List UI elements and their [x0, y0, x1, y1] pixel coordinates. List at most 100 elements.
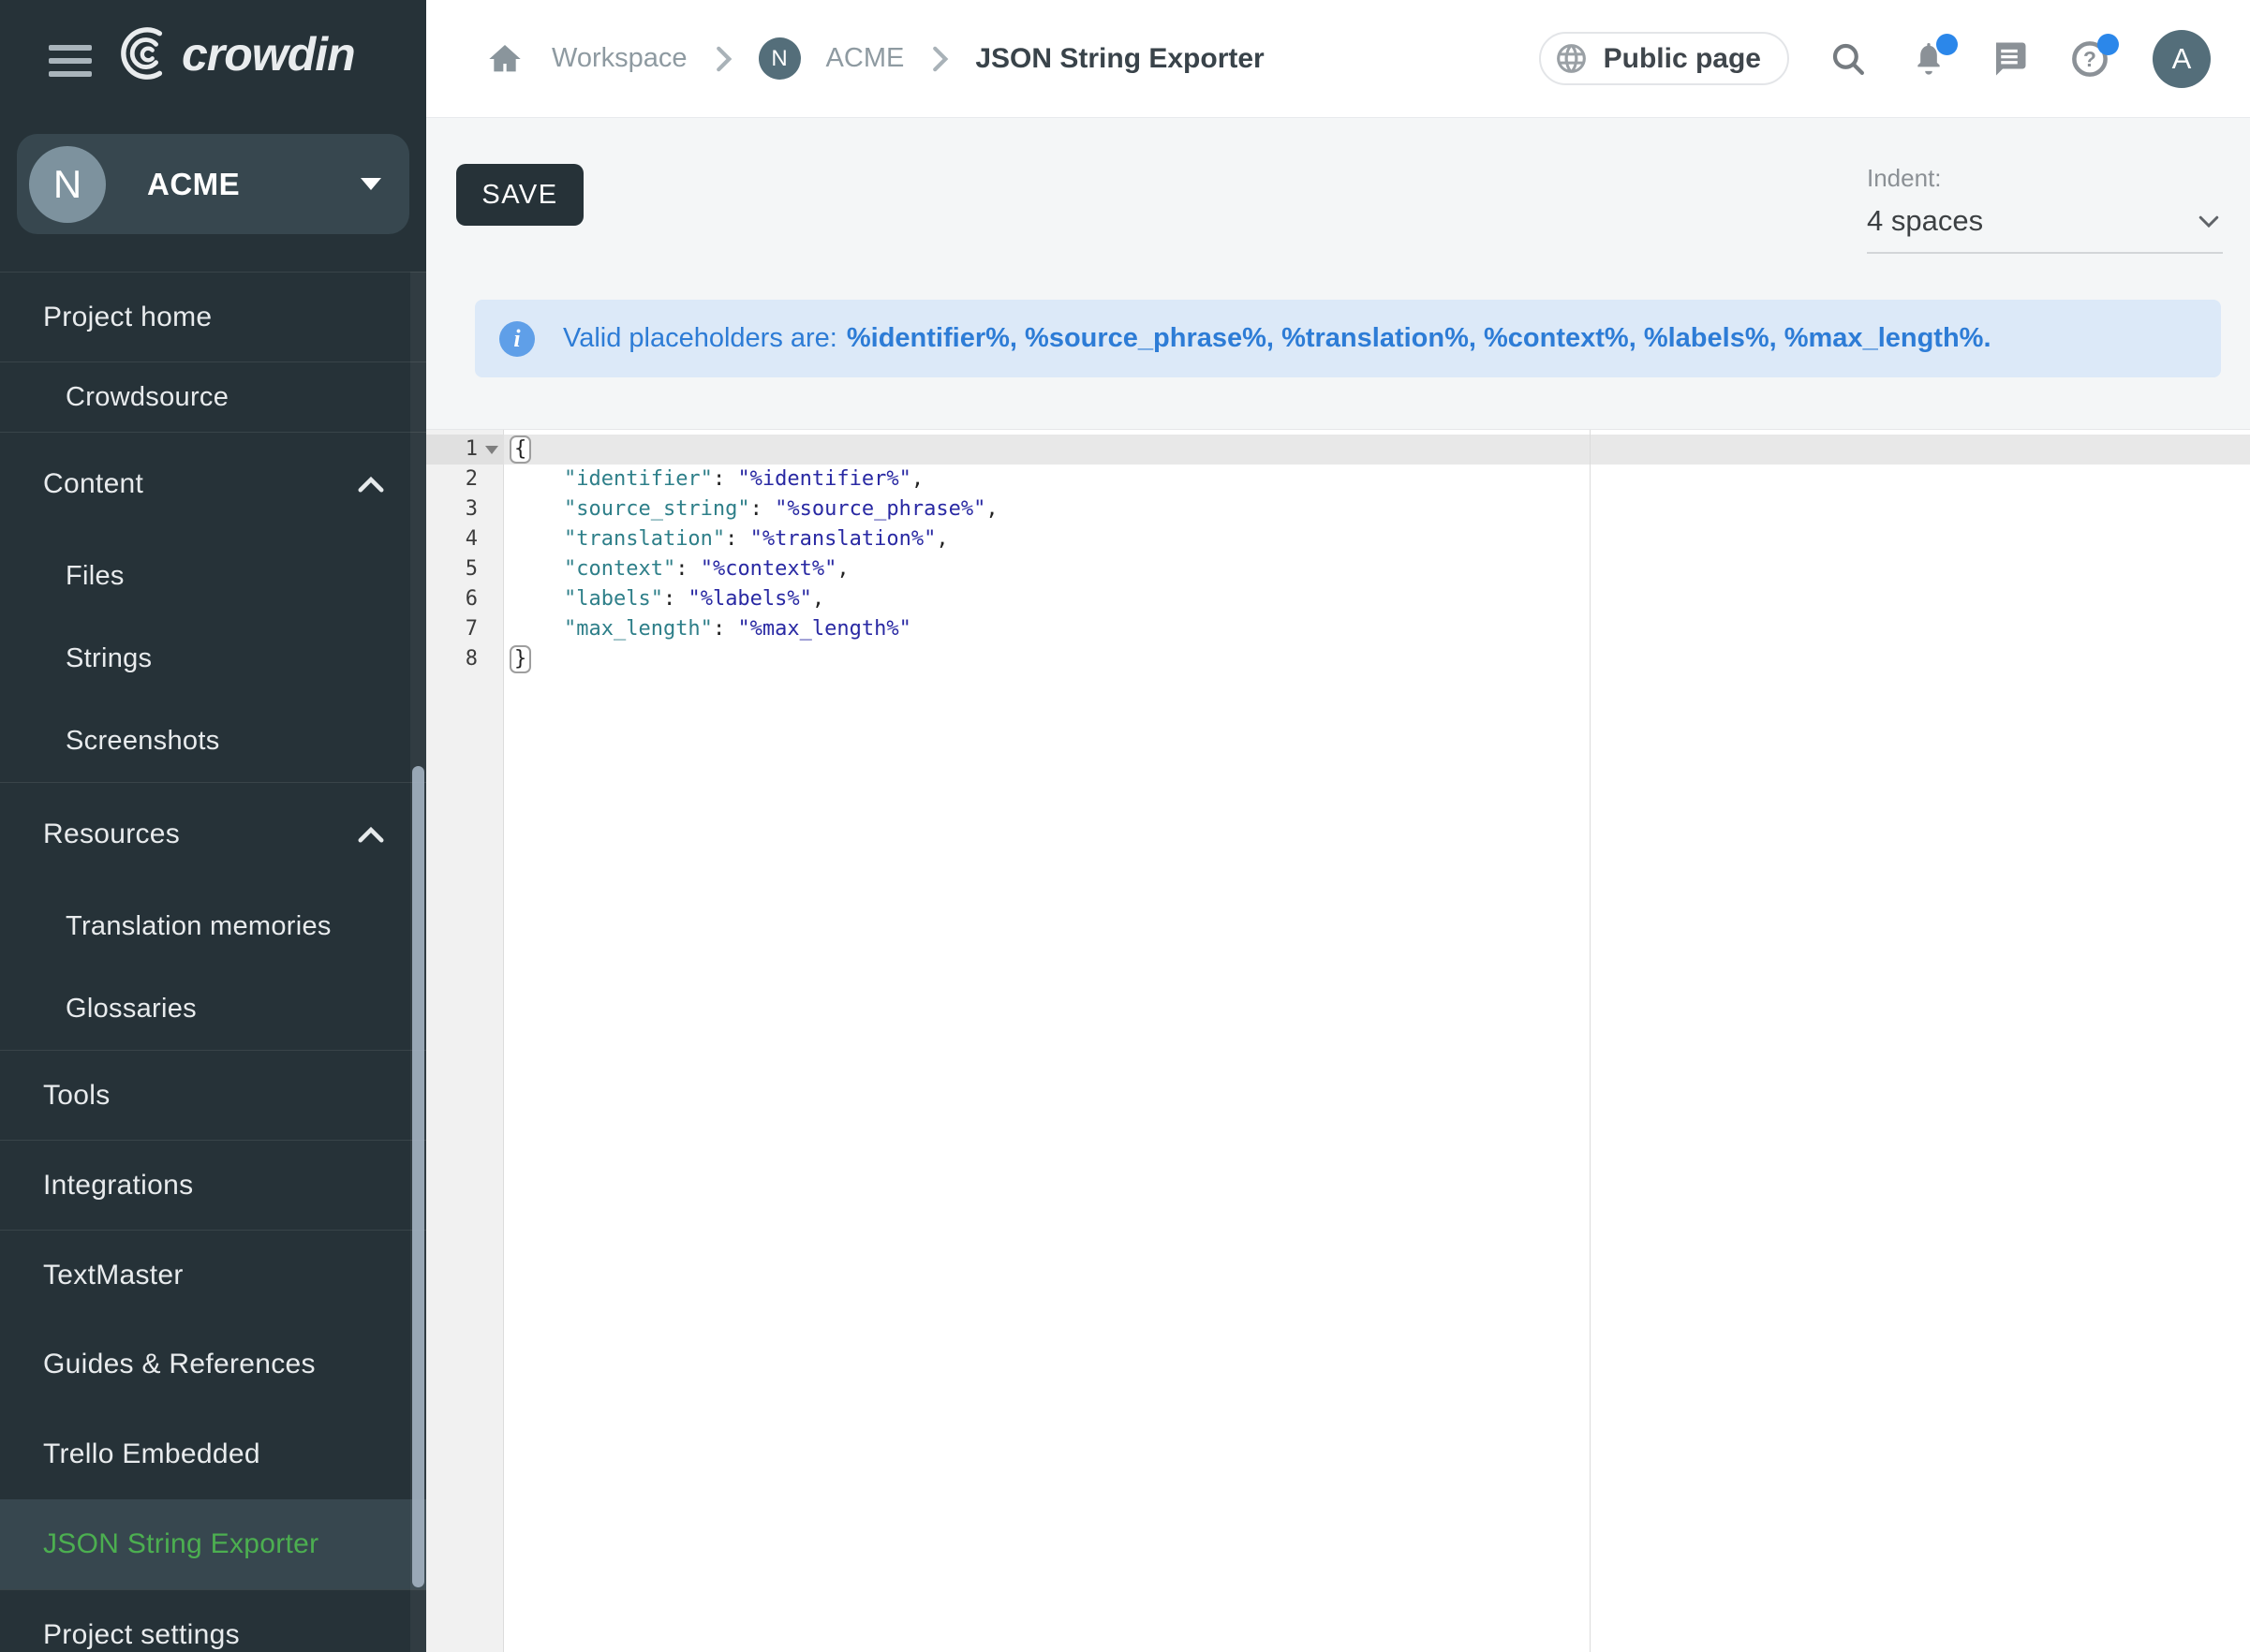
placeholder: %translation%,: [1281, 323, 1476, 353]
code-text: "labels": "%labels%",: [504, 584, 2250, 614]
code-text: "source_string": "%source_phrase%",: [504, 494, 2250, 524]
sidebar-item-trello-embedded[interactable]: Trello Embedded: [0, 1409, 426, 1499]
sidebar-item-integrations[interactable]: Integrations: [0, 1140, 426, 1230]
code-line-5[interactable]: 5 "context": "%context%",: [426, 554, 2250, 584]
token-key: "source_string": [564, 497, 750, 521]
code-text: {: [504, 435, 2250, 465]
placeholder: %max_length%.: [1784, 323, 1991, 353]
token-plain: :: [750, 497, 776, 521]
code-line-8[interactable]: 8}: [426, 644, 2250, 674]
sidebar-item-project-home[interactable]: Project home: [0, 272, 426, 361]
token-key: "identifier": [564, 467, 713, 491]
breadcrumb-workspace[interactable]: Workspace: [552, 43, 688, 74]
sidebar-item-files[interactable]: Files: [0, 535, 426, 617]
sidebar-item-crowdsource[interactable]: Crowdsource: [0, 361, 426, 432]
topbar: Workspace N ACME JSON String Exporter Pu…: [426, 0, 2250, 118]
sidebar-item-label: Trello Embedded: [43, 1438, 260, 1470]
crowdin-logo: crowdin: [114, 24, 355, 84]
hamburger-menu-icon[interactable]: [49, 45, 92, 84]
org-selector[interactable]: N ACME: [17, 134, 409, 234]
info-banner: i Valid placeholders are:%identifier%, %…: [475, 300, 2221, 377]
placeholder: %labels%,: [1644, 323, 1777, 353]
chat-icon[interactable]: [1988, 37, 2031, 81]
sidebar-item-project-settings[interactable]: Project settings: [0, 1589, 426, 1652]
token-bracket: {: [510, 435, 531, 464]
save-button[interactable]: SAVE: [456, 164, 584, 226]
sidebar-item-glossaries[interactable]: Glossaries: [0, 967, 426, 1050]
token-plain: [514, 527, 564, 551]
token-key: "labels": [564, 587, 663, 611]
token-value: "%labels%": [688, 587, 811, 611]
sidebar-nav: Project home Crowdsource Content Files Strin…: [0, 272, 426, 1652]
app: crowdin N ACME Project home Crowdsource Co…: [0, 0, 2250, 1652]
home-icon[interactable]: [483, 37, 526, 81]
code-text: "context": "%context%",: [504, 554, 2250, 584]
public-page-button[interactable]: Public page: [1539, 32, 1789, 85]
notifications-bell-icon[interactable]: [1907, 37, 1950, 81]
token-plain: ,: [812, 587, 824, 611]
code-text: "max_length": "%max_length%": [504, 614, 2250, 644]
sidebar-item-resources[interactable]: Resources: [0, 782, 426, 885]
sidebar-item-translation-memories[interactable]: Translation memories: [0, 885, 426, 967]
toolbar: SAVE Indent: 4 spaces: [456, 164, 2223, 254]
token-plain: ,: [936, 527, 948, 551]
token-bracket: }: [510, 645, 531, 673]
code-line-4[interactable]: 4 "translation": "%translation%",: [426, 524, 2250, 554]
sidebar-item-screenshots[interactable]: Screenshots: [0, 700, 426, 782]
sidebar-item-guides-references[interactable]: Guides & References: [0, 1320, 426, 1409]
fold-arrow-icon[interactable]: [485, 446, 498, 454]
indent-value: 4 spaces: [1867, 204, 1983, 238]
help-icon[interactable]: ?: [2068, 37, 2111, 81]
sidebar-item-label: TextMaster: [43, 1260, 184, 1291]
search-icon[interactable]: [1827, 37, 1870, 81]
line-number: 8: [426, 644, 504, 674]
crowdin-logo-mark-icon: [114, 25, 172, 83]
sidebar-item-json-string-exporter[interactable]: JSON String Exporter: [0, 1499, 426, 1589]
topbar-actions: Public page ? A: [1539, 30, 2211, 88]
code-line-1[interactable]: 1{: [426, 435, 2250, 465]
placeholder: %identifier%,: [847, 323, 1017, 353]
token-plain: [514, 587, 564, 611]
token-plain: ,: [985, 497, 998, 521]
sidebar-item-label: Project settings: [43, 1619, 240, 1651]
notification-dot: [1936, 34, 1958, 55]
code-line-6[interactable]: 6 "labels": "%labels%",: [426, 584, 2250, 614]
info-icon: i: [499, 321, 535, 357]
token-value: "%translation%": [750, 527, 937, 551]
sidebar-item-strings[interactable]: Strings: [0, 617, 426, 700]
sidebar-item-tools[interactable]: Tools: [0, 1050, 426, 1140]
code-line-3[interactable]: 3 "source_string": "%source_phrase%",: [426, 494, 2250, 524]
token-key: "translation": [564, 527, 725, 551]
indent-select[interactable]: 4 spaces: [1867, 204, 2223, 254]
sidebar-item-content[interactable]: Content: [0, 432, 426, 535]
code-editor[interactable]: 1{2 "identifier": "%identifier%",3 "sour…: [426, 429, 2250, 1652]
sidebar-item-label: Crowdsource: [66, 382, 229, 413]
token-plain: [514, 557, 564, 581]
indent-label: Indent:: [1867, 164, 2223, 193]
placeholder: %context%,: [1484, 323, 1636, 353]
line-number: 2: [426, 465, 504, 494]
chevron-down-icon: [361, 178, 381, 190]
main-column: Workspace N ACME JSON String Exporter Pu…: [426, 0, 2250, 1652]
token-value: "%context%": [701, 557, 837, 581]
code-line-2[interactable]: 2 "identifier": "%identifier%",: [426, 465, 2250, 494]
token-plain: [514, 617, 564, 641]
org-avatar: N: [29, 146, 106, 223]
sidebar-item-label: Tools: [43, 1080, 111, 1112]
sidebar-item-label: Integrations: [43, 1170, 193, 1202]
sidebar-item-label: Files: [66, 561, 125, 592]
org-name: ACME: [147, 167, 361, 202]
sidebar-scrollbar-thumb[interactable]: [412, 766, 424, 1587]
sidebar-item-label: Translation memories: [66, 911, 332, 942]
code-line-7[interactable]: 7 "max_length": "%max_length%": [426, 614, 2250, 644]
breadcrumb-project[interactable]: ACME: [826, 43, 905, 74]
page-content: SAVE Indent: 4 spaces i Valid placeholde…: [426, 118, 2250, 1652]
banner-text: Valid placeholders are:%identifier%, %so…: [563, 323, 1991, 354]
user-avatar[interactable]: A: [2153, 30, 2211, 88]
sidebar-item-label: Screenshots: [66, 726, 220, 757]
sidebar-item-textmaster[interactable]: TextMaster: [0, 1230, 426, 1320]
sidebar-item-label: JSON String Exporter: [43, 1528, 318, 1560]
token-plain: :: [713, 617, 738, 641]
token-plain: [514, 497, 564, 521]
banner-placeholders: %identifier%, %source_phrase%, %translat…: [847, 323, 1991, 353]
